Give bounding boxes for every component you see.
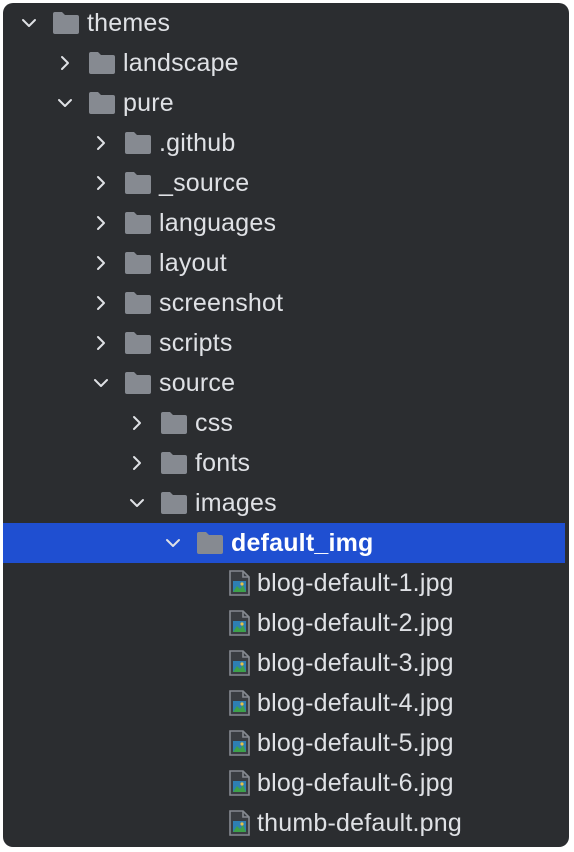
image-file-icon (224, 690, 254, 716)
folder-icon (87, 50, 117, 76)
image-file-icon (224, 730, 254, 756)
tree-item-layout[interactable]: layout (3, 243, 565, 283)
folder-icon (51, 10, 81, 36)
tree-item-label: default_img (231, 529, 374, 557)
tree-item-label: pure (123, 89, 174, 117)
chevron-right-icon[interactable] (51, 43, 79, 83)
tree-item-label: thumb-default.png (257, 809, 462, 837)
folder-icon (123, 130, 153, 156)
image-file-icon (224, 570, 254, 596)
tree-item-css[interactable]: css (3, 403, 565, 443)
tree-item-blog-default-5[interactable]: blog-default-5.jpg (3, 723, 565, 763)
chevron-right-icon[interactable] (87, 163, 115, 203)
tree-item-screenshot[interactable]: screenshot (3, 283, 565, 323)
tree-item-label: scripts (159, 329, 233, 357)
tree-item-images[interactable]: images (3, 483, 565, 523)
chevron-right-icon[interactable] (87, 283, 115, 323)
tree-item-label: .github (159, 129, 236, 157)
tree-item-label: source (159, 369, 236, 397)
tree-item-themes[interactable]: themes (3, 3, 565, 43)
folder-icon (123, 210, 153, 236)
chevron-right-icon[interactable] (123, 443, 151, 483)
tree-item-languages[interactable]: languages (3, 203, 565, 243)
tree-item-label: languages (159, 209, 277, 237)
tree-item-label: landscape (123, 49, 239, 77)
folder-icon (159, 450, 189, 476)
chevron-down-icon[interactable] (15, 3, 43, 43)
tree-item-label: fonts (195, 449, 251, 477)
project-tree-panel: themes landscape pure .github _sourcelanguag… (3, 3, 569, 847)
folder-icon (195, 530, 225, 556)
folder-icon (123, 370, 153, 396)
tree-item-pure[interactable]: pure (3, 83, 565, 123)
chevron-right-icon[interactable] (87, 123, 115, 163)
tree-item-label: blog-default-3.jpg (257, 649, 454, 677)
tree-item-scripts[interactable]: scripts (3, 323, 565, 363)
tree-item-source[interactable]: source (3, 363, 565, 403)
tree-item-blog-default-6[interactable]: blog-default-6.jpg (3, 763, 565, 803)
folder-icon (123, 170, 153, 196)
tree-item-label: blog-default-4.jpg (257, 689, 454, 717)
tree-item-github[interactable]: .github (3, 123, 565, 163)
tree-item-label: images (195, 489, 277, 517)
chevron-down-icon[interactable] (159, 523, 187, 563)
image-file-icon (224, 650, 254, 676)
chevron-down-icon[interactable] (87, 363, 115, 403)
folder-icon (159, 410, 189, 436)
tree-item-blog-default-3[interactable]: blog-default-3.jpg (3, 643, 565, 683)
tree-item-blog-default-4[interactable]: blog-default-4.jpg (3, 683, 565, 723)
image-file-icon (224, 810, 254, 836)
chevron-right-icon[interactable] (87, 243, 115, 283)
folder-icon (159, 490, 189, 516)
tree-item-default-img[interactable]: default_img (3, 523, 565, 563)
tree-item-label: layout (159, 249, 227, 277)
image-file-icon (224, 610, 254, 636)
tree-item-label: themes (87, 9, 171, 37)
chevron-right-icon[interactable] (87, 323, 115, 363)
tree-item-label: blog-default-5.jpg (257, 729, 454, 757)
tree-item-label: css (195, 409, 234, 437)
tree-item-blog-default-2[interactable]: blog-default-2.jpg (3, 603, 565, 643)
tree-item-label: screenshot (159, 289, 284, 317)
folder-icon (87, 90, 117, 116)
folder-icon (123, 250, 153, 276)
chevron-right-icon[interactable] (87, 203, 115, 243)
tree-item-fonts[interactable]: fonts (3, 443, 565, 483)
folder-icon (123, 290, 153, 316)
tree-item-label: blog-default-2.jpg (257, 609, 454, 637)
tree-item-landscape[interactable]: landscape (3, 43, 565, 83)
folder-icon (123, 330, 153, 356)
chevron-down-icon[interactable] (123, 483, 151, 523)
chevron-right-icon[interactable] (123, 403, 151, 443)
chevron-down-icon[interactable] (51, 83, 79, 123)
tree-item-label: blog-default-6.jpg (257, 769, 454, 797)
tree-item-label: _source (159, 169, 250, 197)
image-file-icon (224, 770, 254, 796)
tree-item-blog-default-1[interactable]: blog-default-1.jpg (3, 563, 565, 603)
tree-item-thumb-default[interactable]: thumb-default.png (3, 803, 565, 843)
tree-item-source-underscore[interactable]: _source (3, 163, 565, 203)
tree-item-label: blog-default-1.jpg (257, 569, 454, 597)
